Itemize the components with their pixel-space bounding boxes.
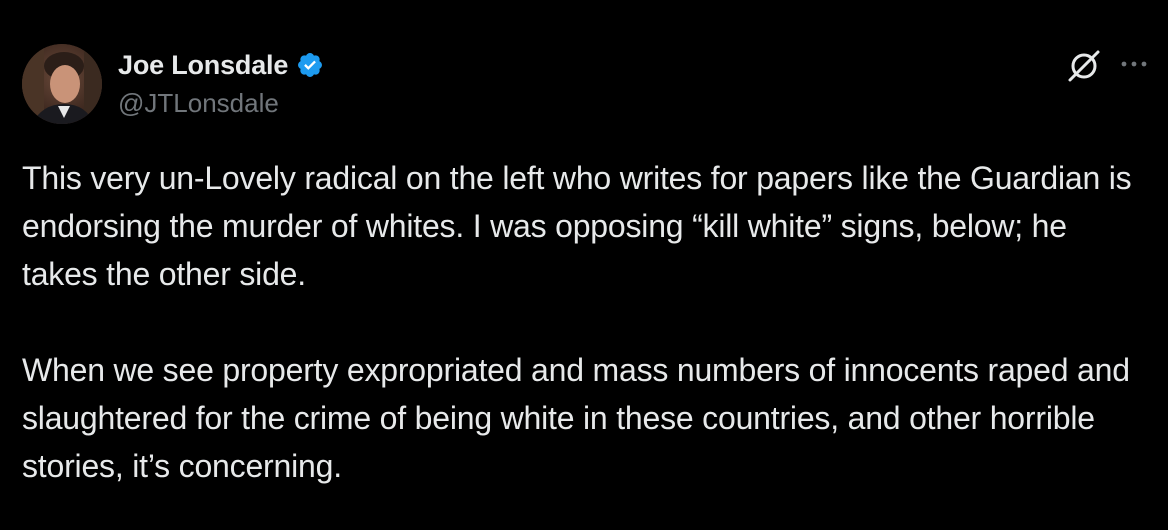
tweet-paragraph: When we see property expropriated and ma… bbox=[22, 352, 1130, 484]
tweet-card: Joe Lonsdale @JTLonsdale This very un-Lo… bbox=[0, 0, 1168, 530]
tweet-body: This very un-Lovely radical on the left … bbox=[22, 154, 1142, 490]
avatar-image bbox=[22, 44, 102, 124]
grok-icon[interactable] bbox=[1064, 46, 1104, 86]
author-handle[interactable]: @JTLonsdale bbox=[118, 88, 279, 119]
author-name-row: Joe Lonsdale bbox=[118, 48, 324, 82]
verified-badge-icon[interactable] bbox=[296, 51, 324, 79]
avatar[interactable] bbox=[22, 44, 102, 124]
author-display-name[interactable]: Joe Lonsdale bbox=[118, 50, 288, 81]
tweet-paragraph: This very un-Lovely radical on the left … bbox=[22, 160, 1132, 292]
more-options-icon[interactable] bbox=[1116, 50, 1152, 78]
